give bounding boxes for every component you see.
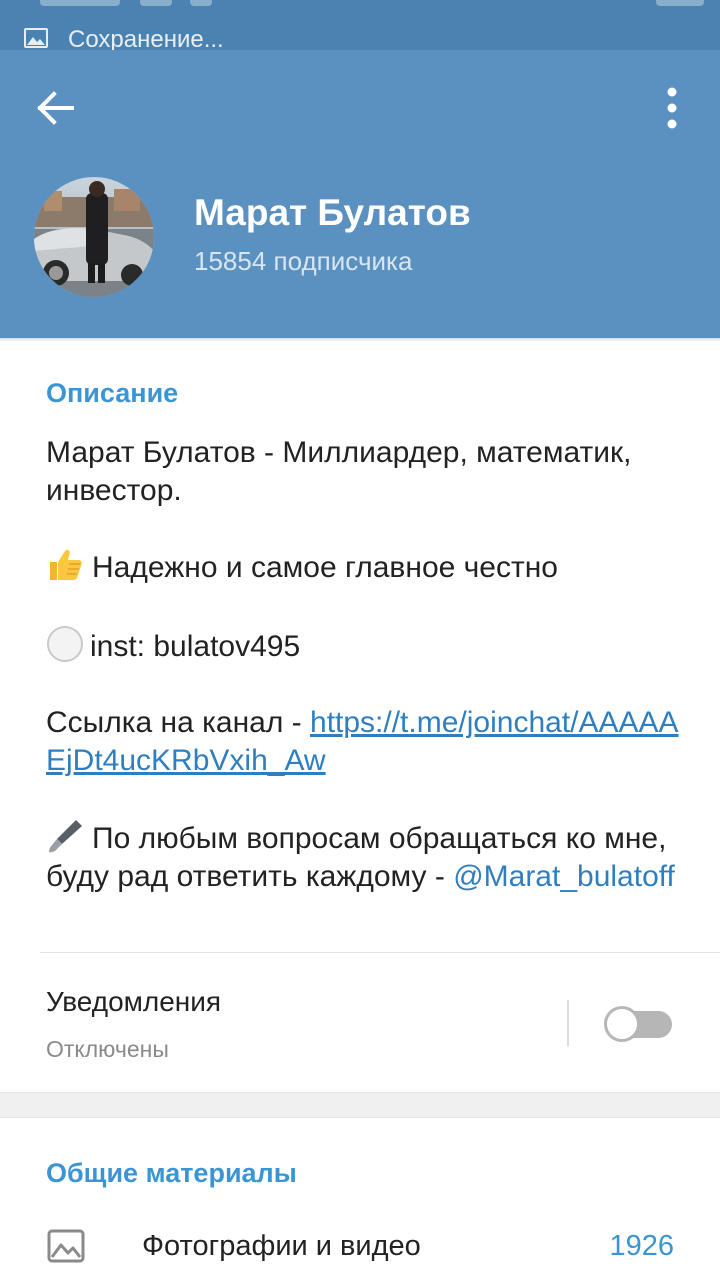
description-line-text: inst: bulatov495 xyxy=(90,630,301,663)
description-line: inst: bulatov495 xyxy=(46,625,696,666)
channel-header: Марат Булатов 15854 подписчика xyxy=(0,50,720,338)
description-line: Марат Булатов - Миллиардер, математик, и… xyxy=(46,436,632,507)
mention-link[interactable]: @Marat_bulatoff xyxy=(453,860,675,893)
paintbrush-icon xyxy=(49,820,82,853)
notifications-status: Отключены xyxy=(46,1036,169,1062)
divider xyxy=(40,952,720,953)
channel-name: Марат Булатов xyxy=(194,192,471,233)
description-text[interactable]: Марат Булатов - Миллиардер, математик, и… xyxy=(46,434,696,934)
toggle-knob xyxy=(604,1006,640,1042)
more-vertical-icon[interactable] xyxy=(650,80,694,136)
avatar-photo xyxy=(34,177,154,297)
image-icon xyxy=(47,1229,85,1263)
status-bar: Сохранение... xyxy=(0,0,720,53)
avatar[interactable] xyxy=(34,177,154,297)
description-line: Ссылка на канал - https://t.me/joinchat/… xyxy=(46,704,696,780)
notifications-toggle[interactable] xyxy=(604,1006,672,1042)
status-bar-partial-icon xyxy=(40,0,120,6)
status-bar-partial-icon xyxy=(140,0,172,6)
image-icon xyxy=(24,28,48,48)
white-circle-icon xyxy=(47,626,83,662)
section-gap xyxy=(0,1092,720,1118)
subscriber-count: 15854 подписчика xyxy=(194,246,413,276)
description-line: Надежно и самое главное честно xyxy=(46,548,696,587)
separator xyxy=(567,1000,569,1046)
description-link-prefix: Ссылка на канал - xyxy=(46,706,311,739)
description-line-text: Надежно и самое главное честно xyxy=(92,551,558,584)
notifications-title: Уведомления xyxy=(46,986,222,1017)
status-bar-partial-icon xyxy=(190,0,212,6)
description-title: Описание xyxy=(46,378,179,408)
arrow-left-icon[interactable] xyxy=(26,86,82,130)
shared-media-photos-row[interactable]: Фотографии и видео 1926 xyxy=(0,1218,720,1280)
thumbs-up-icon xyxy=(50,549,82,580)
description-line: По любым вопросам обращаться ко мне, буд… xyxy=(46,818,696,896)
shared-media-count: 1926 xyxy=(609,1230,674,1262)
status-bar-partial-clock xyxy=(656,0,704,6)
shared-media-label: Фотографии и видео xyxy=(142,1230,421,1262)
shared-media-title: Общие материалы xyxy=(46,1158,297,1188)
header-shadow xyxy=(0,338,720,342)
